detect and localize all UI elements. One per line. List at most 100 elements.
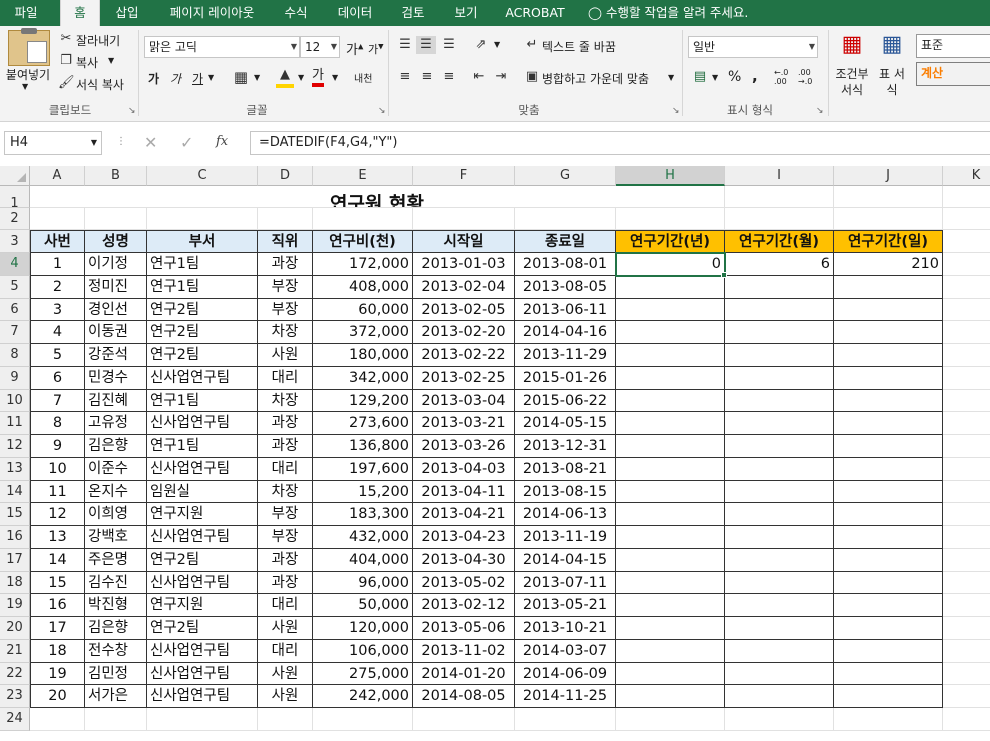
column-header-a[interactable]: A bbox=[30, 166, 85, 186]
table-header[interactable]: 직위 bbox=[258, 230, 313, 253]
currency-dropdown-icon[interactable]: ▼ bbox=[712, 73, 718, 82]
table-cell[interactable]: 신사업연구팀 bbox=[147, 526, 258, 549]
table-cell[interactable]: 2013-02-20 bbox=[413, 321, 515, 344]
table-cell[interactable]: 연구지원 bbox=[147, 594, 258, 617]
row-header-16[interactable]: 16 bbox=[0, 526, 30, 549]
table-cell[interactable] bbox=[834, 639, 943, 663]
table-cell[interactable]: 242,000 bbox=[313, 685, 413, 708]
table-cell[interactable]: 2013-02-04 bbox=[413, 275, 515, 299]
table-cell[interactable]: 120,000 bbox=[313, 617, 413, 640]
comma-button[interactable]: , bbox=[752, 67, 758, 85]
table-cell[interactable]: 신사업연구팀 bbox=[147, 685, 258, 708]
table-cell[interactable] bbox=[725, 639, 834, 663]
table-cell[interactable]: 106,000 bbox=[313, 639, 413, 663]
table-cell[interactable]: 2013-03-04 bbox=[413, 389, 515, 413]
cell[interactable] bbox=[943, 617, 990, 640]
table-header[interactable]: 연구기간(일) bbox=[834, 230, 943, 253]
font-color-button[interactable]: 가 bbox=[312, 68, 324, 87]
table-cell[interactable]: 2013-02-22 bbox=[413, 344, 515, 367]
table-cell[interactable]: 2013-04-21 bbox=[413, 503, 515, 526]
table-cell[interactable]: 16 bbox=[30, 594, 85, 617]
border-icon[interactable]: ▦ bbox=[232, 68, 250, 86]
table-cell[interactable]: 연구2팀 bbox=[147, 548, 258, 572]
table-cell[interactable]: 대리 bbox=[258, 366, 313, 390]
table-cell[interactable]: 사원 bbox=[258, 662, 313, 686]
table-cell[interactable]: 19 bbox=[30, 662, 85, 686]
paste-button[interactable]: 붙여넣기 bbox=[2, 66, 54, 83]
table-cell[interactable]: 2013-11-02 bbox=[413, 639, 515, 663]
insert-function-button[interactable]: fx bbox=[216, 134, 228, 149]
row-header-12[interactable]: 12 bbox=[0, 435, 30, 458]
table-header[interactable]: 성명 bbox=[85, 230, 147, 253]
row-header-14[interactable]: 14 bbox=[0, 480, 30, 504]
table-cell[interactable]: 연구지원 bbox=[147, 503, 258, 526]
row-header-21[interactable]: 21 bbox=[0, 639, 30, 663]
table-cell[interactable] bbox=[834, 344, 943, 367]
table-cell[interactable] bbox=[616, 435, 725, 458]
copy-button[interactable]: 복사 bbox=[76, 54, 98, 71]
table-cell[interactable] bbox=[616, 662, 725, 686]
border-dropdown-icon[interactable]: ▼ bbox=[254, 73, 260, 82]
table-cell[interactable]: 12 bbox=[30, 503, 85, 526]
row-header-4[interactable]: 4 bbox=[0, 253, 30, 276]
table-cell[interactable] bbox=[616, 412, 725, 435]
cell[interactable] bbox=[147, 208, 258, 230]
table-cell[interactable]: 408,000 bbox=[313, 275, 413, 299]
cell[interactable] bbox=[943, 435, 990, 458]
tab-home[interactable]: 홈 bbox=[60, 0, 100, 26]
table-cell[interactable]: 20 bbox=[30, 685, 85, 708]
row-header-3[interactable]: 3 bbox=[0, 230, 30, 253]
table-cell[interactable]: 연구2팀 bbox=[147, 298, 258, 322]
underline-button[interactable]: 가 bbox=[192, 70, 203, 87]
table-cell[interactable]: 183,300 bbox=[313, 503, 413, 526]
table-cell[interactable]: 275,000 bbox=[313, 662, 413, 686]
table-cell[interactable]: 김은향 bbox=[85, 617, 147, 640]
row-header-18[interactable]: 18 bbox=[0, 571, 30, 595]
row-header-7[interactable]: 7 bbox=[0, 321, 30, 344]
cell[interactable] bbox=[834, 186, 943, 208]
table-cell[interactable] bbox=[834, 662, 943, 686]
name-box[interactable]: H4 ▼ bbox=[4, 131, 102, 155]
cell[interactable] bbox=[413, 708, 515, 731]
table-cell[interactable] bbox=[725, 275, 834, 299]
cell[interactable] bbox=[313, 208, 413, 230]
table-cell[interactable]: 강백호 bbox=[85, 526, 147, 549]
table-cell[interactable]: 2013-05-21 bbox=[515, 594, 616, 617]
table-cell[interactable]: 8 bbox=[30, 412, 85, 435]
table-cell[interactable]: 2013-05-06 bbox=[413, 617, 515, 640]
orientation-dropdown-icon[interactable]: ▼ bbox=[494, 40, 500, 49]
number-launcher-icon[interactable]: ↘ bbox=[816, 106, 824, 116]
cell[interactable] bbox=[943, 321, 990, 344]
table-cell[interactable] bbox=[616, 275, 725, 299]
table-cell[interactable]: 이동권 bbox=[85, 321, 147, 344]
table-cell[interactable] bbox=[725, 594, 834, 617]
table-cell[interactable]: 차장 bbox=[258, 480, 313, 504]
table-cell[interactable] bbox=[725, 503, 834, 526]
table-cell[interactable] bbox=[616, 526, 725, 549]
tab-file[interactable]: 파일 bbox=[4, 0, 48, 26]
table-cell[interactable]: 경인선 bbox=[85, 298, 147, 322]
table-cell[interactable] bbox=[725, 344, 834, 367]
table-cell[interactable] bbox=[616, 366, 725, 390]
cell[interactable] bbox=[943, 503, 990, 526]
table-cell[interactable]: 13 bbox=[30, 526, 85, 549]
cell[interactable] bbox=[725, 208, 834, 230]
table-cell[interactable]: 과장 bbox=[258, 253, 313, 276]
cell[interactable] bbox=[943, 230, 990, 253]
table-cell[interactable]: 과장 bbox=[258, 435, 313, 458]
font-color-dropdown-icon[interactable]: ▼ bbox=[332, 73, 338, 82]
table-cell[interactable] bbox=[725, 526, 834, 549]
cell[interactable] bbox=[616, 208, 725, 230]
table-cell[interactable]: 18 bbox=[30, 639, 85, 663]
table-cell[interactable] bbox=[616, 548, 725, 572]
table-cell[interactable]: 민경수 bbox=[85, 366, 147, 390]
tab-formulas[interactable]: 수식 bbox=[276, 0, 316, 26]
table-cell[interactable]: 210 bbox=[834, 253, 943, 276]
format-as-table-button[interactable]: 표 서식 bbox=[876, 66, 908, 98]
table-cell[interactable]: 2014-06-09 bbox=[515, 662, 616, 686]
cell[interactable] bbox=[943, 208, 990, 230]
table-cell[interactable]: 신사업연구팀 bbox=[147, 662, 258, 686]
table-cell[interactable]: 2013-06-11 bbox=[515, 298, 616, 322]
table-cell[interactable]: 2014-04-16 bbox=[515, 321, 616, 344]
align-center-icon[interactable]: ≡ bbox=[418, 68, 436, 86]
